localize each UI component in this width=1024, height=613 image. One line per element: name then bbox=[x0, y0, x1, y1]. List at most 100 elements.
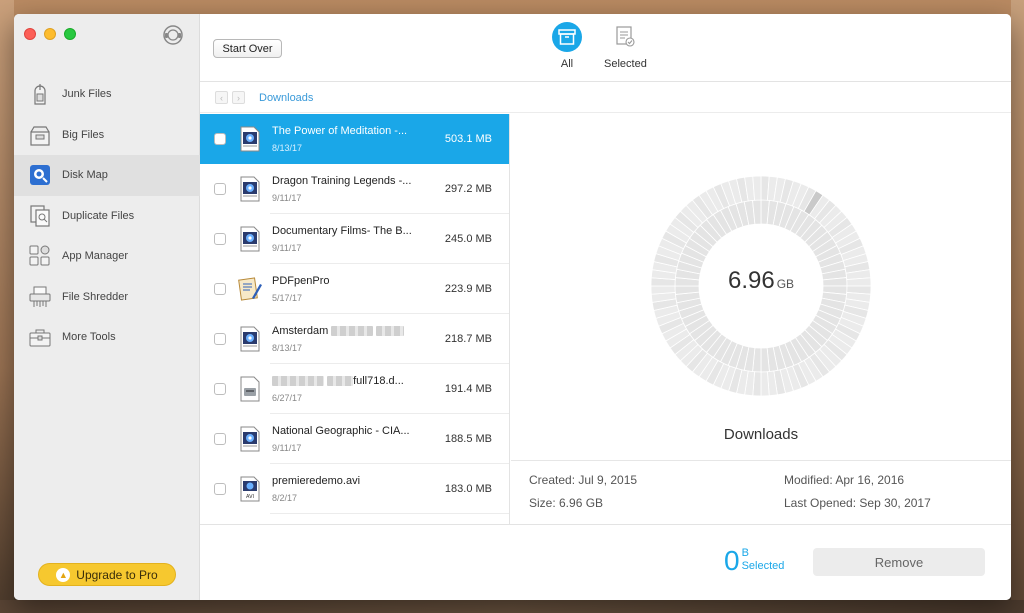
forward-button[interactable]: › bbox=[232, 91, 245, 104]
tab-all[interactable]: All bbox=[552, 22, 582, 70]
folder-size: Size: 6.96 GB bbox=[529, 496, 604, 510]
sidebar-item-label: File Shredder bbox=[62, 290, 129, 303]
remove-button[interactable]: Remove bbox=[813, 548, 985, 576]
disk-map-icon bbox=[28, 163, 52, 187]
redacted-text bbox=[272, 376, 324, 387]
disk-map-segment[interactable] bbox=[752, 176, 762, 201]
sidebar-item-label: App Manager bbox=[62, 250, 129, 263]
support-headset-icon[interactable] bbox=[162, 24, 184, 46]
file-size: 183.0 MB bbox=[444, 483, 492, 495]
redacted-text bbox=[327, 376, 354, 387]
list-item[interactable]: PDFpenPro 5/17/17 223.9 MB bbox=[200, 264, 509, 314]
toolbox-icon bbox=[28, 325, 52, 349]
modified-date: Modified: Apr 16, 2016 bbox=[784, 473, 905, 487]
row-checkbox[interactable] bbox=[214, 233, 226, 245]
bottom-bar: 0 B Selected Remove bbox=[200, 524, 1011, 600]
sidebar-item-app-manager[interactable]: App Manager bbox=[14, 236, 200, 277]
minimize-window-button[interactable] bbox=[44, 28, 56, 40]
list-item[interactable]: full718.d... 6/27/17 191.4 MB bbox=[200, 364, 509, 414]
total-size-unit: GB bbox=[776, 277, 795, 291]
sidebar-item-disk-map[interactable]: Disk Map bbox=[14, 155, 200, 196]
row-checkbox[interactable] bbox=[214, 483, 226, 495]
selected-size-label: Selected bbox=[741, 560, 785, 572]
sidebar-item-junk-files[interactable]: Junk Files bbox=[14, 74, 200, 115]
upgrade-label: Upgrade to Pro bbox=[76, 567, 158, 582]
selected-size-text: B Selected bbox=[742, 547, 785, 573]
row-checkbox[interactable] bbox=[214, 183, 226, 195]
apps-icon bbox=[28, 244, 52, 268]
archive-box-icon bbox=[552, 22, 582, 52]
sidebar-item-label: Big Files bbox=[62, 128, 105, 141]
tab-selected[interactable]: Selected bbox=[604, 22, 647, 70]
sidebar-item-more-tools[interactable]: More Tools bbox=[14, 317, 200, 358]
sidebar-item-label: Duplicate Files bbox=[62, 209, 135, 222]
folder-name: Downloads bbox=[723, 426, 799, 443]
video-file-icon bbox=[238, 325, 262, 353]
zoom-window-button[interactable] bbox=[64, 28, 76, 40]
video-file-icon bbox=[238, 125, 262, 153]
last-opened-date: Last Opened: Sep 30, 2017 bbox=[784, 496, 931, 510]
row-checkbox[interactable] bbox=[214, 383, 226, 395]
file-name: premieredemo.avi bbox=[272, 475, 361, 487]
file-name: Amsterdam bbox=[272, 325, 424, 337]
window-controls bbox=[24, 28, 76, 40]
file-size: 218.7 MB bbox=[444, 333, 492, 345]
selected-size-value: 0 bbox=[724, 545, 740, 576]
file-size: 188.5 MB bbox=[444, 433, 492, 445]
sidebar-item-duplicate-files[interactable]: Duplicate Files bbox=[14, 196, 200, 237]
row-checkbox[interactable] bbox=[214, 133, 226, 145]
file-date: 8/2/17 bbox=[272, 493, 298, 503]
file-size: 223.9 MB bbox=[444, 283, 492, 295]
file-size: 191.4 MB bbox=[444, 383, 492, 395]
sidebar-item-big-files[interactable]: Big Files bbox=[14, 115, 200, 156]
svg-text:AVI: AVI bbox=[246, 494, 254, 500]
pdfpen-app-icon bbox=[238, 275, 262, 303]
breadcrumb: ‹ › Downloads bbox=[200, 83, 1011, 113]
upgrade-to-pro-button[interactable]: ▲ Upgrade to Pro bbox=[38, 563, 176, 586]
folder-metadata: Created: Jul 9, 2015 Modified: Apr 16, 2… bbox=[511, 460, 1011, 524]
disk-map-segment[interactable] bbox=[760, 371, 770, 396]
video-file-icon bbox=[238, 425, 262, 453]
close-window-button[interactable] bbox=[24, 28, 36, 40]
video-file-icon bbox=[238, 175, 262, 203]
list-item[interactable]: Amsterdam 8/13/17 218.7 MB bbox=[200, 314, 509, 364]
file-date: 8/13/17 bbox=[272, 343, 303, 353]
sidebar-item-label: More Tools bbox=[62, 331, 116, 344]
toolbar: Start Over All Selected bbox=[200, 14, 1011, 82]
list-item[interactable]: National Geographic - CIA... 9/11/17 188… bbox=[200, 414, 509, 464]
list-item[interactable]: Documentary Films- The B... 9/11/17 245.… bbox=[200, 214, 509, 264]
desktop-wallpaper-left bbox=[0, 0, 14, 613]
upgrade-arrow-icon: ▲ bbox=[56, 567, 71, 582]
row-checkbox[interactable] bbox=[214, 433, 226, 445]
shredder-icon bbox=[28, 285, 52, 309]
avi-file-icon: AVI bbox=[238, 475, 262, 503]
file-date: 8/13/17 bbox=[272, 143, 303, 153]
redacted-text bbox=[331, 326, 374, 337]
redacted-text bbox=[376, 326, 405, 337]
file-date: 9/11/17 bbox=[272, 193, 302, 203]
row-checkbox[interactable] bbox=[214, 283, 226, 295]
file-name: The Power of Meditation -... bbox=[272, 125, 408, 137]
list-item[interactable]: AVI premieredemo.avi 8/2/17 183.0 MB bbox=[200, 464, 509, 514]
breadcrumb-item[interactable]: Downloads bbox=[259, 92, 313, 104]
sidebar-item-file-shredder[interactable]: File Shredder bbox=[14, 277, 200, 318]
file-date: 6/27/17 bbox=[272, 393, 303, 403]
row-checkbox[interactable] bbox=[214, 333, 226, 345]
created-date: Created: Jul 9, 2015 bbox=[529, 473, 638, 487]
back-button[interactable]: ‹ bbox=[215, 91, 228, 104]
file-size: 297.2 MB bbox=[444, 183, 492, 195]
video-file-icon bbox=[238, 225, 262, 253]
selected-size: 0 B Selected bbox=[724, 547, 784, 575]
tab-label: Selected bbox=[604, 58, 647, 70]
list-item[interactable]: Dragon Training Legends -... 9/11/17 297… bbox=[200, 164, 509, 214]
file-date: 9/11/17 bbox=[272, 443, 302, 453]
list-item[interactable]: The Power of Meditation -... 8/13/17 503… bbox=[200, 114, 509, 164]
start-over-button[interactable]: Start Over bbox=[213, 39, 282, 58]
file-date: 5/17/17 bbox=[272, 293, 303, 303]
vacuum-icon bbox=[28, 82, 52, 106]
disk-image-icon bbox=[238, 375, 262, 403]
file-name: full718.d... bbox=[272, 375, 424, 387]
tab-label: All bbox=[560, 58, 574, 70]
file-list: The Power of Meditation -... 8/13/17 503… bbox=[200, 114, 510, 524]
sidebar-item-label: Disk Map bbox=[62, 169, 108, 182]
